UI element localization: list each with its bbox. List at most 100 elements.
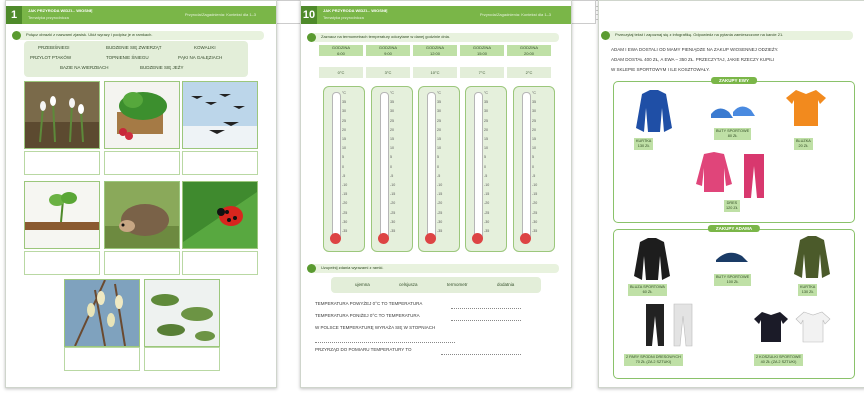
- scale-label: 35: [390, 100, 394, 105]
- scale-label: °C: [390, 91, 395, 95]
- price-tag: 2 PARY SPODNI DRESOWYCH 70 ZŁ (ZA 2 SZTUK…: [624, 354, 683, 366]
- price-tag: BLUZA SPORTOWA 60 ZŁ: [628, 284, 667, 296]
- worksheet-page-2: 10 JAK PRZYRODA WIDZI... WIOSNĘ Tematyka…: [300, 0, 572, 388]
- story-line: ADAM I EWA DOSTALI OD MAMY PIENIĄDZE NA …: [611, 47, 779, 52]
- word: PRZYLOT PTAKÓW: [30, 55, 72, 60]
- scale-label: -10: [390, 183, 396, 187]
- answer-line[interactable]: [315, 341, 455, 343]
- page-header: 1 JAK PRZYRODA WIDZI... WIOSNĘ Tematyka …: [6, 6, 276, 24]
- scale-label: -5: [532, 173, 536, 178]
- scale-label: 35: [484, 100, 488, 105]
- answer-line[interactable]: [441, 353, 521, 355]
- scale-label: -5: [437, 173, 441, 178]
- temperature-table: GODZINA 6:00 GODZINA 9:00 GODZINA 12:00 GOD…: [319, 45, 553, 81]
- task-instruction: Zaznacz na termometrach temperatury odcz…: [307, 33, 559, 42]
- photo-ladybug: [182, 181, 258, 249]
- answer-box[interactable]: [104, 151, 180, 175]
- thermometer[interactable]: °C 35 30 25 20 15 10 5 0 -5 -10 -15 -20 -25 -30 -35: [418, 86, 460, 252]
- scale-label: 15: [484, 137, 488, 141]
- table-cell: 2°C: [507, 67, 551, 78]
- scale-label: 30: [437, 109, 441, 114]
- price-tag: KURTKA 130 ZŁ: [634, 138, 654, 150]
- thermometer-tube: [380, 92, 389, 240]
- price-tag: BUTY SPORTOWE 100 ZŁ: [714, 274, 752, 286]
- task-text: Połącz obrazki z nazwami zjawisk. Ułóż w…: [26, 32, 153, 37]
- scale-label: °C: [484, 91, 489, 95]
- thermometer[interactable]: °C 35 30 25 20 15 10 5 0 -5 -10 -15 -20 -25 -30 -35: [465, 86, 507, 252]
- table-cell: GODZINA 15:00: [460, 45, 504, 56]
- scale-label: 25: [484, 118, 488, 123]
- task-instruction: Uzupełnij zdania wyrazami z ramki.: [307, 264, 559, 273]
- scale-label: 15: [342, 137, 346, 141]
- thermometer[interactable]: °C 35 30 25 20 15 10 5 0 -5 -10 -15 -20 -25 -30 -35: [371, 86, 413, 252]
- tshirt-icon: [795, 311, 831, 343]
- word-bank: ujemna celsjusza termometr dodatnia: [331, 277, 541, 293]
- scale-label: -30: [532, 219, 538, 224]
- scale-label: 10: [342, 146, 346, 151]
- scale-label: 10: [390, 146, 394, 151]
- scale-label: 15: [437, 137, 441, 141]
- scale-label: -5: [484, 173, 488, 178]
- answer-box[interactable]: [24, 251, 100, 275]
- answer-line[interactable]: [451, 307, 521, 309]
- price-tag: KURTKA 130 ZŁ: [798, 284, 818, 296]
- answer-box[interactable]: [104, 251, 180, 275]
- scale-label: 10: [484, 146, 488, 151]
- sentence: TEMPERATURA POWYŻEJ 0°C TO TEMPERATURA: [315, 301, 423, 306]
- scale-label: 35: [437, 100, 441, 105]
- word: BAZIE NA WIERZBACH: [60, 65, 109, 70]
- scale-label: 20: [390, 127, 394, 132]
- ewa-shopping-panel: ZAKUPY EWY KURTKA 130 ZŁ BUTY SPORTOWE 80 …: [613, 77, 855, 223]
- word: PRZEBIŚNIEGI: [38, 45, 70, 50]
- word-bank: PRZEBIŚNIEGI BUDZENIE SIĘ ZWIERZĄT KOWAL…: [24, 41, 248, 77]
- task-text: Przeczytaj tekst i zapoznaj się z infogr…: [615, 32, 784, 37]
- scale-label: 5: [342, 155, 344, 160]
- task-text: Zaznacz na termometrach temperatury odcz…: [321, 34, 450, 39]
- scale-label: 25: [390, 118, 394, 123]
- answer-box[interactable]: [144, 347, 220, 371]
- thermometer[interactable]: °C 35 30 25 20 15 10 5 0 -5 -10 -15 -20 -25 -30 -35: [513, 86, 555, 252]
- header-subtitle: Tematyka przyrodnicza: [323, 15, 364, 20]
- scale-label: 5: [532, 155, 534, 160]
- panel-title: ZAKUPY EWY: [711, 77, 757, 84]
- photo-hedgehog: [104, 181, 180, 249]
- scale-label: 35: [342, 100, 346, 105]
- answer-box[interactable]: [182, 151, 258, 175]
- scale-label: -10: [484, 183, 490, 187]
- scale-label: -30: [342, 219, 348, 224]
- answer-box[interactable]: [64, 347, 140, 371]
- word: PĄKI NA GAŁĘZIACH: [178, 55, 223, 60]
- scale-label: -25: [532, 210, 538, 215]
- table-cell: 10°C: [413, 67, 457, 78]
- thermometer-bulb: [378, 233, 389, 244]
- scale-label: 25: [532, 118, 536, 123]
- answer-box[interactable]: [24, 151, 100, 175]
- leaf-icon: [12, 31, 21, 40]
- scale-label: -25: [342, 210, 348, 215]
- scale-label: °C: [342, 91, 347, 95]
- scale-label: 30: [484, 109, 488, 114]
- scale-label: 0: [484, 164, 486, 169]
- thermometer-bulb: [472, 233, 483, 244]
- thermometer-tube: [332, 92, 341, 240]
- thermometer-bulb: [330, 233, 341, 244]
- scale-label: 10: [437, 146, 441, 151]
- scale-label: 0: [390, 164, 392, 169]
- photo-catkins: [64, 279, 140, 347]
- table-cell: 3°C: [366, 67, 410, 78]
- answer-box[interactable]: [182, 251, 258, 275]
- word: KOWALIKI: [194, 45, 216, 50]
- pants-icon: [673, 303, 693, 347]
- scale-label: -15: [437, 192, 443, 197]
- scale-label: -15: [342, 192, 348, 197]
- jacket-icon: [794, 236, 830, 278]
- word-chip: termometr: [447, 282, 468, 287]
- background-sheet-right: [568, 0, 596, 24]
- scale-label: -10: [437, 183, 443, 187]
- scale-label: -25: [437, 210, 443, 215]
- answer-line[interactable]: [451, 319, 521, 321]
- scale-label: -20: [484, 201, 490, 206]
- worksheet-page-3: Przeczytaj tekst i zapoznaj się z infogr…: [598, 0, 864, 388]
- thermometer[interactable]: °C 35 30 25 20 15 10 5 0 -5 -10 -15 -20 -25 -30 -35: [323, 86, 365, 252]
- page-header: 10 JAK PRZYRODA WIDZI... WIOSNĘ Tematyka…: [301, 6, 571, 24]
